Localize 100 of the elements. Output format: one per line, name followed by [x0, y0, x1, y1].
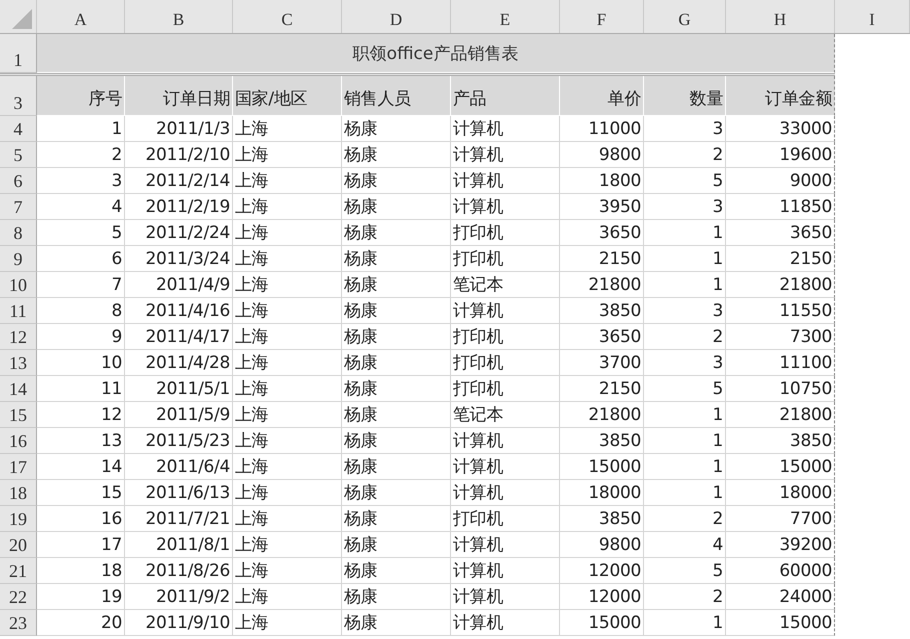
row-header[interactable]: 11 [0, 298, 37, 324]
table-cell: 2011/9/2 [125, 584, 233, 610]
table-cell: 1 [37, 116, 125, 142]
table-cell: 3650 [726, 220, 835, 246]
row-header[interactable]: 3 [0, 76, 37, 116]
row-header[interactable]: 13 [0, 350, 37, 376]
row-header[interactable]: 20 [0, 532, 37, 558]
column-header[interactable]: B [125, 0, 233, 33]
row-header[interactable]: 1 [0, 34, 37, 73]
table-cell: 2 [644, 506, 726, 532]
row-header[interactable]: 6 [0, 168, 37, 194]
table-cell: 上海 [233, 532, 342, 558]
table-cell: 6 [37, 246, 125, 272]
table-cell: 上海 [233, 246, 342, 272]
table-cell: 上海 [233, 402, 342, 428]
table-cell: 计算机 [451, 532, 560, 558]
table-cell: 2011/1/3 [125, 116, 233, 142]
table-cell: 2011/2/24 [125, 220, 233, 246]
row-header[interactable]: 10 [0, 272, 37, 298]
table-cell: 1 [644, 428, 726, 454]
row-header[interactable]: 16 [0, 428, 37, 454]
table-cell: 24000 [726, 584, 835, 610]
table-cell: 2011/5/1 [125, 376, 233, 402]
table-cell: 21800 [560, 272, 644, 298]
table-cell: 上海 [233, 116, 342, 142]
row-header[interactable]: 23 [0, 610, 37, 636]
table-cell: 18000 [726, 480, 835, 506]
table-cell: 4 [644, 532, 726, 558]
table-cell: 3850 [560, 506, 644, 532]
table-cell: 3850 [560, 428, 644, 454]
table-cell: 19 [37, 584, 125, 610]
table-cell: 杨康 [342, 350, 451, 376]
table-cell: 杨康 [342, 584, 451, 610]
column-header[interactable]: F [560, 0, 644, 33]
table-cell: 3850 [726, 428, 835, 454]
column-header[interactable]: E [451, 0, 560, 33]
table-cell: 1800 [560, 168, 644, 194]
row-header[interactable]: 9 [0, 246, 37, 272]
table-cell: 3 [644, 116, 726, 142]
table-cell: 笔记本 [451, 272, 560, 298]
table-cell: 上海 [233, 558, 342, 584]
column-header[interactable]: G [644, 0, 726, 33]
table-cell: 11000 [560, 116, 644, 142]
column-label: 序号 [37, 76, 125, 116]
column-header[interactable]: C [233, 0, 342, 33]
column-label: 产品 [451, 76, 560, 116]
table-cell: 杨康 [342, 142, 451, 168]
table-cell: 上海 [233, 454, 342, 480]
table-cell: 上海 [233, 168, 342, 194]
column-header[interactable]: I [835, 0, 910, 33]
table-cell: 打印机 [451, 376, 560, 402]
table-cell: 计算机 [451, 610, 560, 636]
table-cell: 打印机 [451, 246, 560, 272]
table-cell: 15000 [560, 610, 644, 636]
row-header[interactable]: 22 [0, 584, 37, 610]
table-cell: 2 [644, 142, 726, 168]
table-cell: 杨康 [342, 532, 451, 558]
row-header[interactable]: 5 [0, 142, 37, 168]
column-header[interactable]: D [342, 0, 451, 33]
column-header[interactable]: A [37, 0, 125, 33]
table-cell: 12000 [560, 558, 644, 584]
row-header[interactable]: 15 [0, 402, 37, 428]
table-cell: 杨康 [342, 246, 451, 272]
row-header[interactable]: 12 [0, 324, 37, 350]
table-cell: 2011/5/9 [125, 402, 233, 428]
row-header[interactable]: 21 [0, 558, 37, 584]
row-header[interactable]: 8 [0, 220, 37, 246]
table-cell: 上海 [233, 506, 342, 532]
table-cell: 1 [644, 246, 726, 272]
table-cell: 1 [644, 610, 726, 636]
table-cell: 18 [37, 558, 125, 584]
row-header[interactable]: 18 [0, 480, 37, 506]
table-cell: 3650 [560, 220, 644, 246]
row-header[interactable]: 17 [0, 454, 37, 480]
table-cell: 杨康 [342, 168, 451, 194]
table-cell: 14 [37, 454, 125, 480]
table-cell: 3700 [560, 350, 644, 376]
table-cell: 杨康 [342, 506, 451, 532]
table-cell: 7 [37, 272, 125, 298]
table-cell: 21800 [726, 272, 835, 298]
table-cell: 2011/2/14 [125, 168, 233, 194]
table-cell: 3950 [560, 194, 644, 220]
table-cell: 杨康 [342, 428, 451, 454]
table-cell: 2011/8/26 [125, 558, 233, 584]
table-cell: 3 [644, 298, 726, 324]
table-cell: 2011/8/1 [125, 532, 233, 558]
table-cell: 上海 [233, 350, 342, 376]
column-header[interactable]: H [726, 0, 835, 33]
row-header[interactable]: 14 [0, 376, 37, 402]
table-cell: 9 [37, 324, 125, 350]
table-cell: 13 [37, 428, 125, 454]
row-header[interactable]: 7 [0, 194, 37, 220]
table-cell: 15000 [560, 454, 644, 480]
table-cell: 9800 [560, 142, 644, 168]
table-cell: 5 [644, 558, 726, 584]
row-header[interactable]: 19 [0, 506, 37, 532]
table-cell: 上海 [233, 194, 342, 220]
table-cell: 15 [37, 480, 125, 506]
table-cell: 杨康 [342, 324, 451, 350]
row-header[interactable]: 4 [0, 116, 37, 142]
